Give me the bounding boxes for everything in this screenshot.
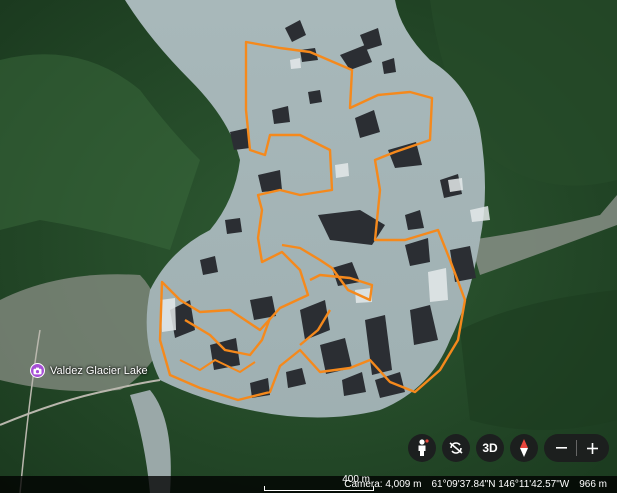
pegman-button[interactable] bbox=[408, 434, 436, 462]
scale-indicator: 400 m bbox=[264, 474, 374, 491]
compass-icon bbox=[520, 439, 528, 457]
3d-toggle-button[interactable]: 3D bbox=[476, 434, 504, 462]
pegman-icon bbox=[418, 439, 429, 456]
elevation: 966 m bbox=[579, 479, 607, 490]
3d-label: 3D bbox=[482, 441, 498, 455]
place-name: Valdez Glacier Lake bbox=[50, 364, 148, 377]
status-bar: 400 m Camera: 4,009 m 61°09'37.84"N 146°… bbox=[0, 474, 617, 493]
rotate-view-button[interactable] bbox=[442, 434, 470, 462]
scale-bar bbox=[264, 486, 374, 491]
rotate-icon bbox=[449, 442, 463, 454]
map-controls: 3D bbox=[408, 434, 609, 462]
satellite-map[interactable] bbox=[0, 0, 617, 493]
zoom-divider bbox=[576, 440, 577, 456]
plus-icon bbox=[586, 442, 598, 454]
camera-icon bbox=[30, 363, 45, 378]
coordinates: 61°09'37.84"N 146°11'42.57"W bbox=[431, 479, 570, 490]
zoom-out-button[interactable] bbox=[550, 437, 572, 459]
scale-label: 400 m bbox=[342, 474, 370, 485]
compass-button[interactable] bbox=[510, 434, 538, 462]
minus-icon bbox=[555, 447, 567, 449]
zoom-in-button[interactable] bbox=[581, 437, 603, 459]
zoom-controls bbox=[544, 434, 609, 462]
place-label[interactable]: Valdez Glacier Lake bbox=[30, 363, 148, 378]
